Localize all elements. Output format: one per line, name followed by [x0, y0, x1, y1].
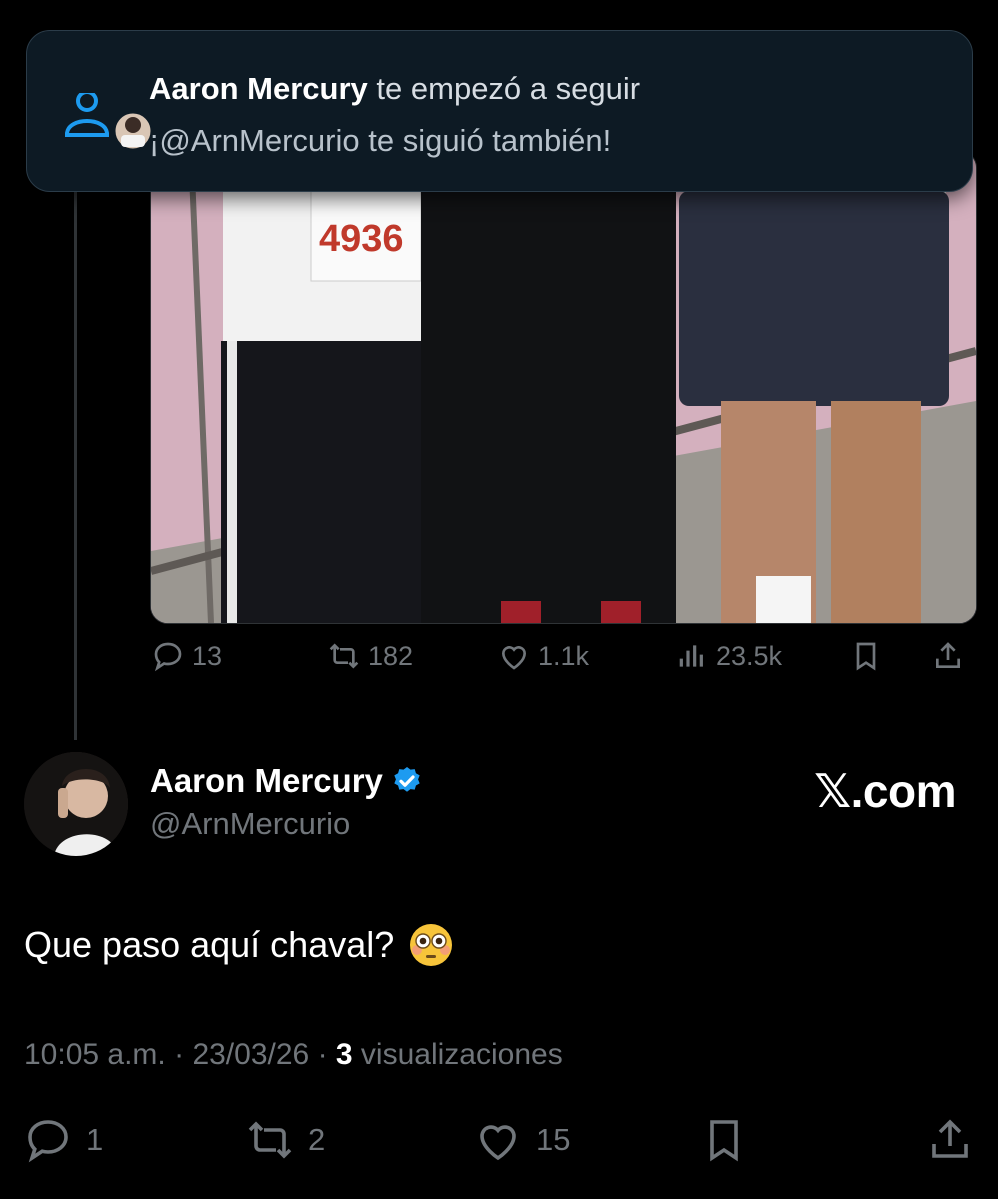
quoted-views-count: 23.5k [716, 640, 783, 671]
tweet-body: Que paso aquí chaval? [24, 924, 395, 965]
meta-separator: · [317, 1038, 336, 1071]
views-count: 3 [335, 1038, 353, 1071]
share-button[interactable] [926, 1116, 974, 1164]
author-name-row[interactable]: Aaron Mercury [150, 762, 423, 800]
thread-line [74, 150, 77, 740]
reply-icon [154, 642, 182, 672]
views-label: visualizaciones [360, 1038, 563, 1071]
bookmark-icon [856, 642, 876, 671]
bookmark-button[interactable] [700, 1116, 748, 1164]
notification-follow-back: ¡@ArnMercurio te siguió también! [149, 123, 612, 158]
tweet-text: Que paso aquí chaval? [24, 922, 454, 968]
repost-icon [329, 643, 359, 669]
post-photo[interactable]: 4936 [150, 150, 977, 624]
repost-button[interactable]: 2 [246, 1116, 325, 1164]
quoted-bookmark-button[interactable] [850, 640, 882, 672]
quoted-views-button[interactable]: 23.5k [676, 640, 782, 672]
heart-icon [480, 1125, 516, 1161]
heart-icon [501, 646, 527, 670]
tweet-date[interactable]: 23/03/26 [192, 1038, 309, 1071]
tweet-meta: 10:05 a.m. · 23/03/26 · 3 visualizacione… [24, 1038, 563, 1072]
like-button[interactable]: 15 [474, 1116, 570, 1164]
reply-button[interactable]: 1 [24, 1116, 103, 1164]
quoted-reply-count: 13 [192, 640, 223, 671]
quoted-like-count: 1.1k [538, 640, 590, 671]
notification-user-name: Aaron Mercury [149, 71, 368, 106]
quoted-like-button[interactable]: 1.1k [498, 640, 589, 672]
bib-number: 4936 [319, 218, 404, 260]
author-handle[interactable]: @ArnMercurio [150, 806, 350, 842]
quoted-reply-button[interactable]: 13 [152, 640, 222, 672]
reply-icon [28, 1120, 68, 1163]
quoted-post-stats: 13 182 1.1k 23.5k [150, 640, 975, 688]
notification-title: Aaron Mercury te empezó a seguir [149, 71, 640, 107]
quoted-share-button[interactable] [932, 640, 964, 672]
tweet-actions: 1 2 15 [0, 1116, 998, 1172]
reply-count: 1 [86, 1122, 104, 1157]
quoted-repost-button[interactable]: 182 [328, 640, 413, 672]
repost-icon [248, 1121, 292, 1159]
share-icon [936, 642, 960, 668]
follow-notification[interactable]: Aaron Mercury te empezó a seguir ¡@ArnMe… [26, 30, 973, 192]
avatar[interactable] [24, 752, 128, 856]
repost-count: 2 [308, 1122, 326, 1157]
author-name[interactable]: Aaron Mercury [150, 762, 383, 800]
notification-action: te empezó a seguir [376, 71, 641, 106]
tweet-time[interactable]: 10:05 a.m. [24, 1038, 166, 1071]
flushed-face-icon [410, 924, 453, 966]
views-chart-icon [679, 645, 703, 667]
meta-separator: · [174, 1038, 193, 1071]
share-icon [932, 1119, 968, 1158]
follow-person-icon [65, 93, 154, 152]
x-com-watermark: 𝕏.com [814, 765, 956, 817]
bookmark-icon [710, 1120, 738, 1162]
quoted-repost-count: 182 [368, 640, 414, 671]
like-count: 15 [536, 1122, 571, 1157]
verified-badge-icon [394, 767, 420, 792]
